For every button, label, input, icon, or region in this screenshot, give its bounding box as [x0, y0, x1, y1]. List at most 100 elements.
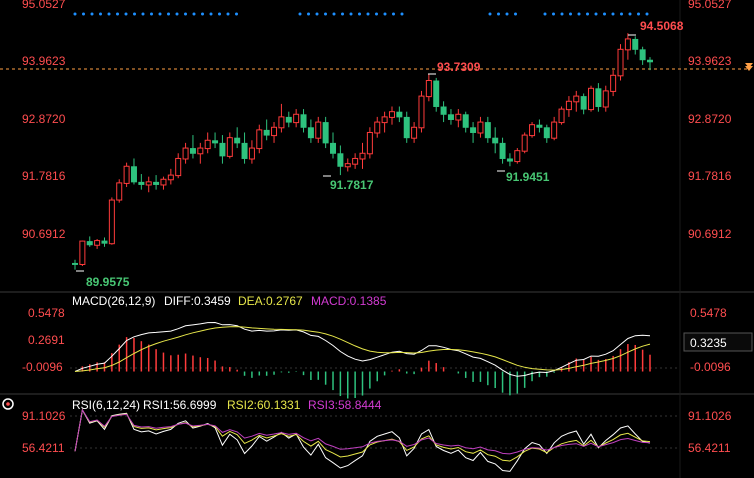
- candle-body: [337, 153, 344, 167]
- signal-dots: [73, 12, 649, 16]
- candle-body: [160, 178, 167, 186]
- signal-dot: [226, 12, 230, 16]
- rsi-settings-icon[interactable]: [2, 398, 14, 410]
- annotation-high-last: 94.5068: [640, 19, 684, 33]
- candle-body: [617, 48, 624, 77]
- candle-body: [624, 38, 631, 51]
- signal-dot: [552, 12, 555, 16]
- candle-body: [241, 142, 248, 159]
- candle-body: [197, 147, 204, 155]
- candle-body: [639, 49, 646, 61]
- candle-body: [433, 80, 440, 107]
- signal-dot: [133, 12, 136, 16]
- signal-dot: [116, 12, 119, 16]
- price-annotations: 89.9575 93.7309 91.7817 91.9451 94.5068: [76, 19, 684, 289]
- rsi-axis-left-1: 56.4211: [22, 441, 65, 455]
- signal-dot: [543, 12, 547, 16]
- signal-dot: [141, 12, 145, 16]
- candle-body: [418, 95, 425, 129]
- candle-body: [285, 116, 292, 123]
- signal-dot: [315, 12, 319, 16]
- signal-dot: [603, 12, 606, 16]
- candle-body: [167, 174, 174, 181]
- candle-body: [79, 240, 86, 265]
- candle-body: [558, 108, 565, 124]
- candle-body: [647, 59, 653, 63]
- candle-body: [204, 139, 211, 150]
- signal-dot: [637, 12, 640, 16]
- signal-dot: [375, 12, 378, 16]
- candle-body: [440, 106, 447, 115]
- macd-axis-left-1: 0.2691: [28, 333, 65, 347]
- price-axis-right-1: 93.9623: [688, 54, 732, 68]
- candle-body: [145, 181, 152, 186]
- macd-axis-right-1: 0.3235: [690, 336, 727, 350]
- rsi1-line: [74, 408, 651, 472]
- price-axis-left-4: 90.6912: [22, 227, 66, 241]
- candle-body: [514, 150, 521, 163]
- rsi-rsi2: RSI2:60.1331: [227, 398, 301, 412]
- signal-dot: [184, 12, 187, 16]
- rsi-axis-left-0: 91.1026: [22, 409, 66, 423]
- candle-body: [536, 124, 543, 128]
- annotation-low-right: 91.9451: [506, 170, 550, 184]
- candle-body: [123, 165, 130, 184]
- signal-dot: [488, 12, 492, 16]
- candle-body: [219, 142, 226, 157]
- candle-body: [543, 127, 550, 139]
- candle-body: [602, 90, 609, 108]
- candle-body: [359, 152, 366, 160]
- annotation-high-mid: 93.7309: [437, 60, 481, 74]
- signal-dot: [73, 12, 77, 16]
- candle-body: [182, 147, 189, 160]
- chart-svg[interactable]: 95.0527 93.9623 92.8720 91.7816 90.6912 …: [0, 0, 754, 478]
- candle-body: [396, 111, 403, 118]
- candle-body: [588, 87, 595, 111]
- candle-body: [212, 140, 219, 144]
- macd-axis-right-2: -0.0096: [690, 360, 731, 374]
- candle-body: [101, 240, 108, 244]
- candle-body: [595, 88, 602, 107]
- signal-dot: [167, 12, 170, 16]
- candle-body: [315, 121, 322, 139]
- macd-axis-left-0: 0.5478: [28, 306, 65, 320]
- signal-dot: [497, 12, 500, 16]
- candle-body: [189, 148, 196, 154]
- candle-body: [94, 240, 101, 246]
- candle-body: [551, 121, 558, 139]
- candle-body: [388, 111, 395, 118]
- signal-dot: [400, 12, 404, 16]
- candle-body: [455, 113, 462, 121]
- signal-dot: [99, 12, 102, 16]
- candle-body: [381, 116, 388, 124]
- candle-body: [411, 126, 418, 139]
- signal-dot: [124, 12, 128, 16]
- rsi-rsi3: RSI3:58.8444: [308, 398, 382, 412]
- signal-dot: [235, 12, 238, 16]
- signal-dot: [90, 12, 94, 16]
- price-axis-left-3: 91.7816: [22, 169, 66, 183]
- price-axis-left-0: 95.0527: [22, 0, 66, 11]
- signal-dot: [505, 12, 509, 16]
- candle-body: [307, 127, 314, 139]
- candle-body: [580, 96, 587, 110]
- macd-axis-left-2: -0.0096: [22, 360, 63, 374]
- price-axis-right-2: 92.8720: [688, 112, 732, 126]
- annotation-low-start: 89.9575: [86, 275, 130, 289]
- signal-dot: [192, 12, 196, 16]
- candle-body: [374, 121, 381, 134]
- signal-dot: [298, 12, 302, 16]
- candle-body: [632, 38, 639, 50]
- signal-dot: [349, 12, 353, 16]
- signal-dot: [577, 12, 581, 16]
- macd-title: MACD(26,12,9): [72, 294, 155, 308]
- candle-body: [499, 142, 506, 159]
- price-axis-right-3: 91.7816: [688, 169, 732, 183]
- signal-dot: [358, 12, 361, 16]
- candle-body: [130, 166, 137, 183]
- signal-dot: [611, 12, 615, 16]
- candle-body: [529, 124, 536, 137]
- signal-dot: [628, 12, 632, 16]
- candle-body: [573, 95, 580, 103]
- candle-body: [263, 129, 270, 136]
